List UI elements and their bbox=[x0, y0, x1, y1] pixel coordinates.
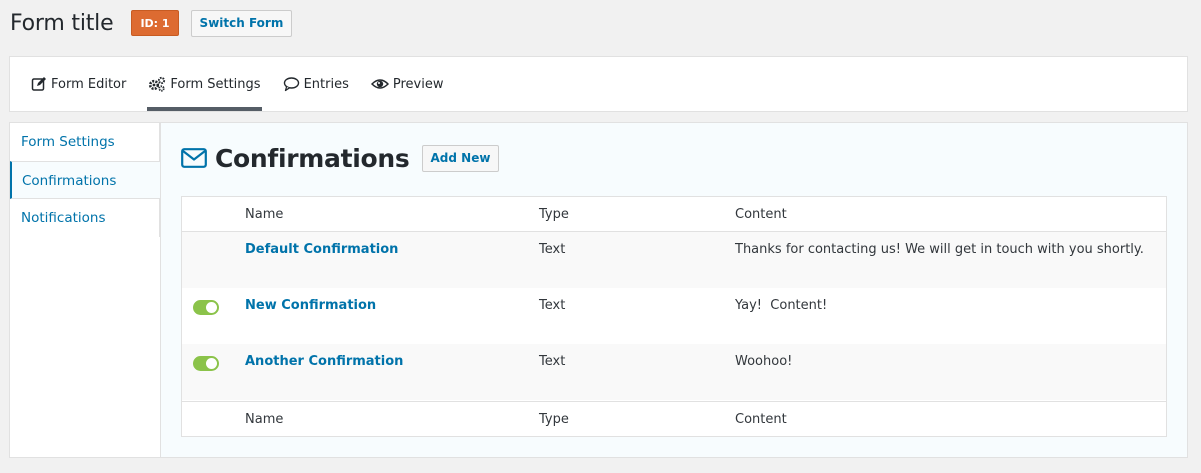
tab-form-editor[interactable]: Form Editor bbox=[30, 57, 127, 111]
confirmation-name-link[interactable]: Default Confirmation bbox=[245, 242, 398, 257]
confirmation-content: Woohoo! bbox=[735, 354, 793, 369]
form-id-badge: ID: 1 bbox=[131, 10, 179, 36]
sidenav-item-confirmations[interactable]: Confirmations bbox=[10, 161, 160, 199]
sidenav-item-form-settings[interactable]: Form Settings bbox=[10, 123, 160, 161]
edit-icon bbox=[31, 76, 47, 92]
envelope-icon bbox=[181, 148, 207, 168]
toggle-knob bbox=[206, 302, 217, 313]
confirmation-name-link[interactable]: Another Confirmation bbox=[245, 354, 403, 369]
confirmation-name-link[interactable]: New Confirmation bbox=[245, 298, 376, 313]
column-footer-type[interactable]: Type bbox=[539, 412, 569, 427]
tab-entries[interactable]: Entries bbox=[282, 57, 350, 111]
active-toggle[interactable] bbox=[193, 356, 219, 371]
confirmation-type: Text bbox=[539, 242, 566, 257]
column-header-name[interactable]: Name bbox=[245, 207, 283, 222]
table-row: New Confirmation Text Yay! Content! bbox=[182, 288, 1166, 344]
active-toggle[interactable] bbox=[193, 300, 219, 315]
confirmations-table: Name Type Content Default Confirmation T… bbox=[181, 196, 1167, 437]
table-header-row: Name Type Content bbox=[182, 197, 1166, 232]
confirmations-content: Confirmations Add New Name Type Content … bbox=[161, 123, 1187, 457]
sidenav-item-notifications[interactable]: Notifications bbox=[10, 199, 160, 237]
page-header: Form title ID: 1 Switch Form bbox=[10, 8, 293, 38]
table-row: Another Confirmation Text Woohoo! bbox=[182, 344, 1166, 400]
add-new-button[interactable]: Add New bbox=[421, 144, 500, 172]
tab-preview[interactable]: Preview bbox=[370, 57, 445, 111]
switch-form-button[interactable]: Switch Form bbox=[190, 9, 293, 37]
column-footer-name[interactable]: Name bbox=[245, 412, 283, 427]
column-header-type[interactable]: Type bbox=[539, 207, 569, 222]
confirmation-type: Text bbox=[539, 298, 566, 313]
tab-label: Preview bbox=[392, 76, 444, 92]
column-footer-content[interactable]: Content bbox=[735, 412, 787, 427]
page-title: Form title bbox=[10, 10, 114, 36]
confirmation-type: Text bbox=[539, 354, 566, 369]
table-row: Default Confirmation Text Thanks for con… bbox=[182, 232, 1166, 288]
section-title: Confirmations bbox=[215, 143, 410, 173]
tab-label: Form Settings bbox=[170, 76, 261, 92]
toggle-switch[interactable] bbox=[193, 300, 219, 315]
settings-panel: Form Settings Confirmations Notification… bbox=[9, 122, 1188, 458]
column-header-content[interactable]: Content bbox=[735, 207, 787, 222]
eye-icon bbox=[370, 76, 389, 92]
toggle-knob bbox=[206, 358, 217, 369]
confirmation-content: Yay! Content! bbox=[735, 298, 828, 313]
confirmation-content: Thanks for contacting us! We will get in… bbox=[735, 242, 1144, 257]
gears-icon bbox=[148, 76, 166, 92]
content-header: Confirmations Add New bbox=[181, 143, 500, 173]
comment-icon bbox=[283, 76, 300, 92]
form-tabs: Form Editor Form Settings Entries Previe… bbox=[9, 56, 1188, 112]
tab-label: Form Editor bbox=[51, 76, 127, 92]
tab-form-settings[interactable]: Form Settings bbox=[147, 57, 262, 111]
toggle-switch[interactable] bbox=[193, 356, 219, 371]
settings-sidenav: Form Settings Confirmations Notification… bbox=[10, 123, 161, 457]
tab-label: Entries bbox=[303, 76, 349, 92]
table-footer-row: Name Type Content bbox=[182, 401, 1166, 436]
